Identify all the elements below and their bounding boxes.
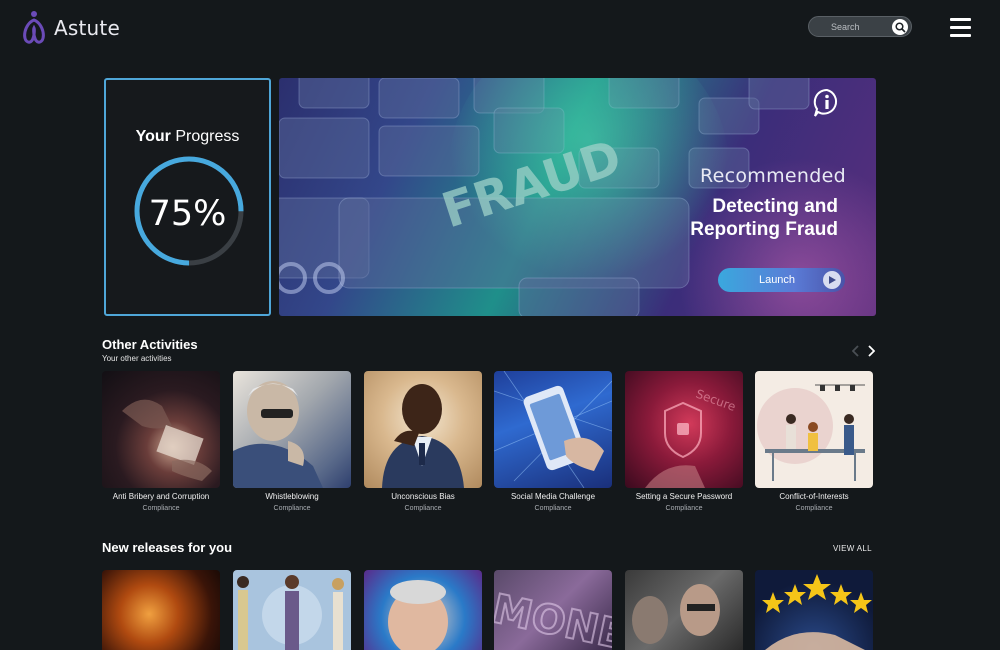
chevron-right-icon[interactable] — [867, 344, 875, 358]
recommended-label: Recommended — [700, 165, 846, 187]
new-release-thumbnail[interactable] — [102, 570, 220, 650]
top-header: Astute — [0, 0, 1000, 60]
new-releases-title: New releases for you — [102, 540, 233, 555]
launch-button[interactable]: Launch — [718, 268, 845, 292]
logo-icon — [23, 11, 45, 44]
conflict-of-interests-thumbnail — [755, 371, 873, 488]
activity-category: Compliance — [273, 505, 311, 512]
menu-bar — [950, 34, 971, 37]
secure-password-thumbnail: Secure — [625, 371, 743, 488]
play-icon — [823, 271, 841, 289]
new-release-thumbnail[interactable] — [233, 570, 351, 650]
activity-card-secure-password[interactable]: Secure Setting a Secure Password Complia… — [625, 371, 743, 512]
new-release-thumbnail[interactable] — [755, 570, 873, 650]
activity-name: Social Media Challenge — [510, 492, 596, 501]
anti-bribery-thumbnail — [102, 371, 220, 488]
svg-text:MONE: MONE — [494, 586, 612, 650]
menu-bar — [950, 26, 971, 29]
search-button[interactable] — [892, 19, 908, 35]
search-icon — [894, 21, 906, 33]
activity-card-social-media[interactable]: Social Media Challenge Compliance — [494, 371, 612, 512]
activity-card-unconscious-bias[interactable]: Unconscious Bias Compliance — [364, 371, 482, 512]
activity-name: Conflict-of-Interests — [779, 492, 849, 501]
app-logo[interactable]: Astute — [20, 10, 120, 46]
other-activities-title: Other Activities — [102, 337, 198, 352]
activity-name: Anti Bribery and Corruption — [112, 492, 210, 501]
activity-category: Compliance — [795, 505, 833, 512]
new-release-thumbnail[interactable] — [625, 570, 743, 650]
chevron-left-icon[interactable] — [852, 344, 860, 358]
activity-card-whistleblowing[interactable]: Whistleblowing Compliance — [233, 371, 351, 512]
unconscious-bias-thumbnail — [364, 371, 482, 488]
whistleblowing-thumbnail — [233, 371, 351, 488]
search-box[interactable] — [808, 16, 912, 37]
activity-category: Compliance — [142, 505, 180, 512]
activity-category: Compliance — [404, 505, 442, 512]
info-icon[interactable] — [812, 88, 842, 118]
new-release-thumbnail[interactable] — [364, 570, 482, 650]
activity-name: Unconscious Bias — [391, 492, 455, 501]
launch-label: Launch — [758, 274, 796, 286]
activity-name: Whistleblowing — [265, 492, 319, 501]
activity-name: Setting a Secure Password — [635, 492, 733, 501]
progress-title: Your Progress — [135, 128, 240, 145]
view-all-link[interactable]: VIEW ALL — [833, 544, 872, 553]
new-release-thumbnail[interactable]: MONE — [494, 570, 612, 650]
menu-icon[interactable] — [950, 18, 971, 37]
search-input[interactable] — [819, 19, 889, 35]
app-name: Astute — [54, 16, 120, 40]
activity-category: Compliance — [665, 505, 703, 512]
activity-card-conflict-of-interests[interactable]: Conflict-of-Interests Compliance — [755, 371, 873, 512]
progress-value: 75% — [148, 194, 227, 234]
social-media-thumbnail — [494, 371, 612, 488]
activity-card-anti-bribery[interactable]: Anti Bribery and Corruption Compliance — [102, 371, 220, 512]
progress-card: Your Progress 75% — [104, 78, 271, 316]
menu-bar — [950, 18, 971, 21]
recommended-course-title: Detecting and Reporting Fraud — [690, 196, 838, 240]
other-activities-subtitle: Your other activities — [102, 354, 172, 363]
activity-category: Compliance — [534, 505, 572, 512]
